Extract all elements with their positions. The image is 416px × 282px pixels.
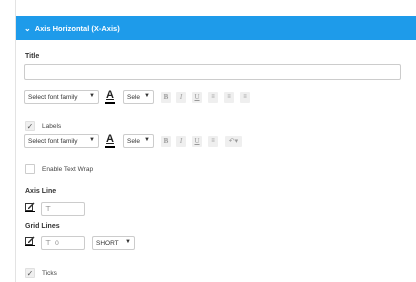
text-wrap-checkbox[interactable] <box>25 164 35 174</box>
edit-color-icon[interactable] <box>25 236 35 246</box>
chevron-down-icon: ▼ <box>144 137 150 143</box>
axis-line-label: Axis Line <box>25 188 57 195</box>
axis-horizontal-header[interactable]: ⌄ Axis Horizontal (X-Axis) <box>16 16 416 40</box>
labels-font-family-value: Select font family <box>28 137 78 145</box>
align-left-icon[interactable]: ≡ <box>208 92 218 103</box>
panel-left-border <box>15 0 16 282</box>
line-thickness-icon: ⊤ <box>45 240 52 247</box>
chevron-down-icon: ▼ <box>125 239 131 245</box>
rotate-icon[interactable]: ↶▾ <box>225 136 242 147</box>
bold-icon[interactable]: B <box>161 136 171 147</box>
align-center-icon[interactable]: ≡ <box>208 136 218 147</box>
title-label: Title <box>25 53 40 60</box>
grid-lines-style-value: SHORT <box>96 239 119 247</box>
chevron-down-icon: ▼ <box>89 137 95 143</box>
edit-color-icon[interactable] <box>25 202 35 212</box>
underline-icon[interactable]: U <box>192 92 202 103</box>
font-color-icon[interactable]: A <box>104 89 116 105</box>
labels-checkbox[interactable]: ✓ <box>25 121 35 131</box>
align-right-icon[interactable]: ≡ <box>240 92 250 103</box>
italic-icon[interactable]: I <box>176 136 186 147</box>
axis-horizontal-title: Axis Horizontal (X-Axis) <box>34 23 120 33</box>
title-font-size-value: Sele <box>127 93 141 101</box>
text-wrap-label: Enable Text Wrap <box>42 166 94 173</box>
grid-lines-style-select[interactable]: SHORT ▼ <box>92 236 135 250</box>
labels-label: Labels <box>42 123 62 130</box>
bold-icon[interactable]: B <box>161 92 171 103</box>
title-font-family-select[interactable]: Select font family ▼ <box>24 90 99 104</box>
grid-lines-label: Grid Lines <box>25 223 60 230</box>
underline-icon[interactable]: U <box>192 136 202 147</box>
grid-lines-thickness-value: 0 <box>55 239 59 247</box>
line-thickness-icon: ⊤ <box>45 206 52 213</box>
labels-font-size-select[interactable]: Sele ▼ <box>123 134 154 148</box>
chevron-down-icon: ▼ <box>144 93 150 99</box>
font-color-icon[interactable]: A <box>104 133 116 149</box>
axis-line-thickness-input[interactable]: ⊤ <box>41 202 85 216</box>
italic-icon[interactable]: I <box>176 92 186 103</box>
align-center-icon[interactable]: ≡ <box>224 92 234 103</box>
ticks-label: Ticks <box>42 270 57 277</box>
ticks-checkbox[interactable]: ✓ <box>25 268 35 278</box>
chevron-down-icon: ⌄ <box>24 23 31 33</box>
grid-lines-thickness-input[interactable]: ⊤ 0 <box>41 236 85 250</box>
title-font-size-select[interactable]: Sele ▼ <box>123 90 154 104</box>
chevron-down-icon: ▼ <box>89 93 95 99</box>
labels-font-size-value: Sele <box>127 137 141 145</box>
title-input[interactable] <box>24 64 401 80</box>
title-font-family-value: Select font family <box>28 93 78 101</box>
labels-font-family-select[interactable]: Select font family ▼ <box>24 134 99 148</box>
